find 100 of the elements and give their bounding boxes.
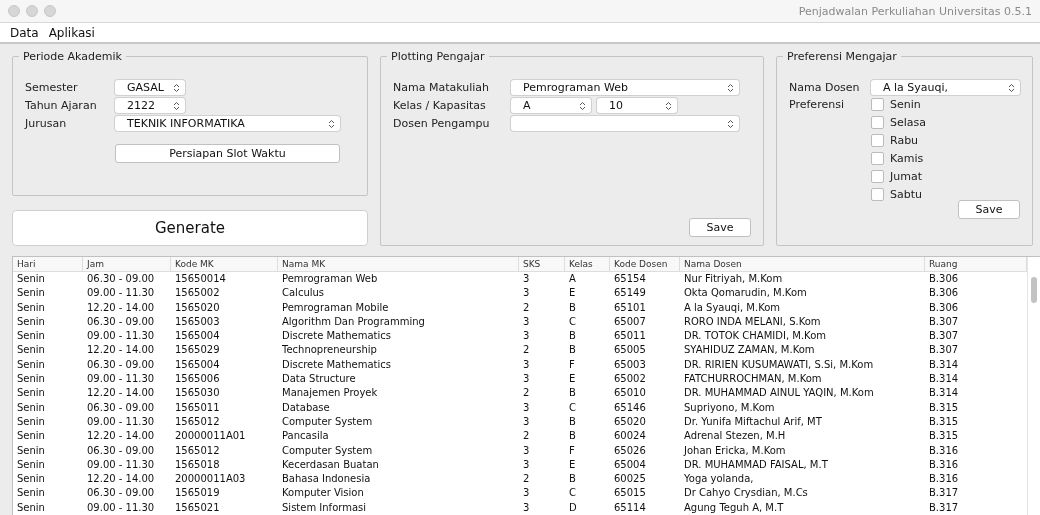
- table-cell-text: B.307: [928, 343, 960, 358]
- table-cell-text: B.315: [928, 414, 960, 429]
- table-cell-text: Technopreneurship: [281, 343, 378, 358]
- window-zoom-button[interactable]: [44, 5, 56, 17]
- column-header[interactable]: Jam: [83, 257, 171, 272]
- table-cell-text: 1565011: [174, 400, 221, 415]
- column-header[interactable]: Ruang: [925, 257, 1027, 272]
- column-header[interactable]: Kode Dosen: [610, 257, 680, 272]
- panel-title: Preferensi Mengajar: [786, 50, 898, 63]
- save-button[interactable]: Save: [958, 200, 1020, 219]
- checkbox[interactable]: [871, 188, 884, 201]
- column-header[interactable]: Nama MK: [278, 257, 519, 272]
- table-cell-text: Computer System: [281, 443, 374, 458]
- checkbox-label: Senin: [890, 98, 921, 111]
- checkbox[interactable]: [871, 134, 884, 147]
- checkbox[interactable]: [871, 170, 884, 183]
- table-cell-text: Calculus: [281, 286, 326, 301]
- stepper-arrows-icon: [173, 100, 180, 111]
- table-cell-text: 06.30 - 09.00: [86, 357, 156, 372]
- table-cell-text: Discrete Mathematics: [281, 329, 392, 344]
- checkbox[interactable]: [871, 116, 884, 129]
- table-cell-text: B.315: [928, 400, 960, 415]
- table-cell-text: B.314: [928, 357, 960, 372]
- table-cell-text: 1565003: [174, 314, 221, 329]
- table-cell-text: B: [568, 429, 577, 444]
- table-cell-text: Senin: [16, 357, 46, 372]
- field-label: Kelas / Kapasitas: [393, 99, 487, 112]
- stepper-arrows-icon: [328, 118, 335, 129]
- checkbox-label: Selasa: [890, 116, 927, 129]
- table-cell-text: 65004: [613, 457, 647, 472]
- table-cell-text: B.317: [928, 500, 960, 515]
- table-cell-text: 65114: [613, 500, 647, 515]
- dropdown[interactable]: [511, 116, 739, 131]
- table-cell-text: 65026: [613, 443, 647, 458]
- window-minimize-button[interactable]: [26, 5, 38, 17]
- dropdown[interactable]: Pemrograman Web: [511, 80, 739, 95]
- table-cell-text: B.316: [928, 457, 960, 472]
- dropdown[interactable]: GASAL: [115, 80, 185, 95]
- table-cell-text: Discrete Mathematics: [281, 357, 392, 372]
- table-cell-text: 3: [522, 314, 531, 329]
- table-cell-text: B.316: [928, 443, 960, 458]
- persiapan-slot-waktu-button[interactable]: Persiapan Slot Waktu: [115, 144, 340, 163]
- menu-item[interactable]: Aplikasi: [48, 25, 95, 40]
- table-cell-text: B: [568, 472, 577, 487]
- table-cell-text: E: [568, 457, 577, 472]
- checkbox-label: Sabtu: [890, 188, 922, 201]
- table-cell-text: 1565019: [174, 486, 221, 501]
- table-cell-text: Senin: [16, 429, 46, 444]
- dropdown[interactable]: A: [511, 98, 591, 113]
- field-label: Dosen Pengampu: [393, 117, 491, 130]
- table-cell-text: 09.00 - 11.30: [86, 500, 156, 515]
- table-cell-text: Agung Teguh A, M.T: [683, 500, 785, 515]
- table-cell-text: 1565006: [174, 372, 221, 387]
- table-cell-text: 3: [522, 329, 531, 344]
- table-cell-text: Senin: [16, 443, 46, 458]
- table-cell-text: Yoga yolanda,: [683, 472, 755, 487]
- save-button[interactable]: Save: [689, 218, 751, 237]
- column-header[interactable]: Kode MK: [171, 257, 278, 272]
- table-cell-text: Senin: [16, 329, 46, 344]
- panel-title: Plotting Pengajar: [390, 50, 486, 63]
- dropdown[interactable]: TEKNIK INFORMATIKA: [115, 116, 340, 131]
- checkbox[interactable]: [871, 152, 884, 165]
- scrollbar-thumb[interactable]: [1031, 277, 1037, 303]
- table-cell-text: 3: [522, 443, 531, 458]
- dropdown[interactable]: 2122: [115, 98, 185, 113]
- table-cell-text: 09.00 - 11.30: [86, 414, 156, 429]
- field-label: Jurusan: [25, 117, 68, 130]
- checkbox[interactable]: [871, 98, 884, 111]
- column-header[interactable]: SKS: [519, 257, 565, 272]
- table-cell-text: 65146: [613, 400, 647, 415]
- dropdown[interactable]: A la Syauqi,: [871, 80, 1020, 95]
- table-cell-text: Pemrograman Web: [281, 272, 379, 286]
- table-cell-text: 20000011A01: [174, 429, 247, 444]
- table-cell-text: 1565020: [174, 300, 221, 315]
- column-header[interactable]: Kelas: [565, 257, 610, 272]
- column-header[interactable]: Nama Dosen: [680, 257, 925, 272]
- table-cell-text: Pancasila: [281, 429, 330, 444]
- dropdown[interactable]: 10: [597, 98, 677, 113]
- field-label: Nama Dosen: [789, 81, 861, 94]
- table-cell-text: Senin: [16, 314, 46, 329]
- table-cell-text: Pemrograman Mobile: [281, 300, 390, 315]
- table-cell-text: 3: [522, 286, 531, 301]
- window-title: Penjadwalan Perkuliahan Universitas 0.5.1: [798, 4, 1032, 18]
- stepper-arrows-icon: [665, 100, 672, 111]
- table-cell-text: Database: [281, 400, 331, 415]
- window-close-button[interactable]: [8, 5, 20, 17]
- table-cell-text: 12.20 - 14.00: [86, 300, 156, 315]
- table-cell-text: 65011: [613, 329, 647, 344]
- menu-item[interactable]: Data: [10, 25, 39, 40]
- table-cell-text: Senin: [16, 500, 46, 515]
- table-cell-text: 06.30 - 09.00: [86, 486, 156, 501]
- table-cell-text: B.307: [928, 329, 960, 344]
- generate-button[interactable]: Generate: [12, 210, 368, 246]
- table-cell-text: Bahasa Indonesia: [281, 472, 372, 487]
- table-cell-text: Senin: [16, 457, 46, 472]
- table-cell-text: 1565029: [174, 343, 221, 358]
- table-cell-text: Senin: [16, 372, 46, 387]
- table-cell-text: 3: [522, 272, 531, 286]
- column-header[interactable]: Hari: [13, 257, 83, 272]
- table-cell-text: DR. RIRIEN KUSUMAWATI, S.Si, M.Kom: [683, 357, 875, 372]
